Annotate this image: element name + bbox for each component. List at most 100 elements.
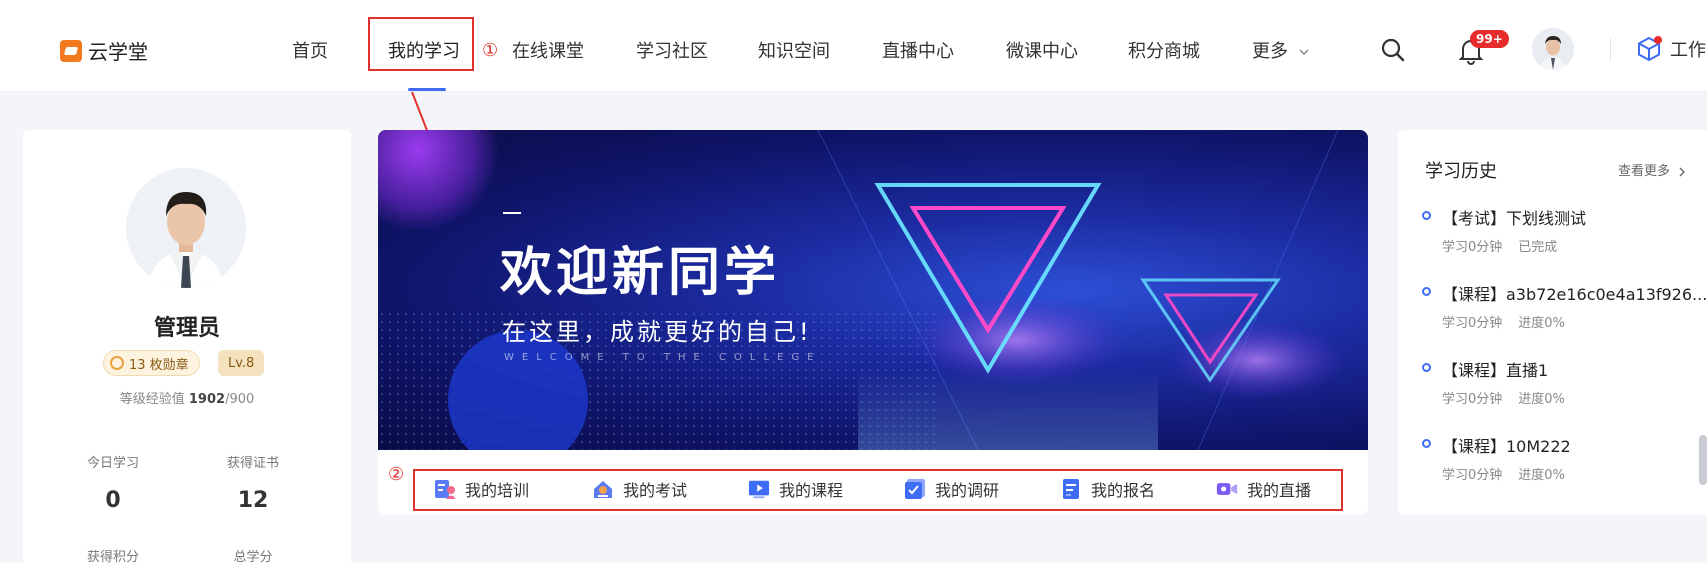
banner-dash [503,212,521,214]
timeline-dot [1422,211,1431,220]
shortcut-label: 我的考试 [623,481,688,500]
banner-card: 欢迎新同学 在这里，成就更好的自己! WELCOME TO THE COLLEG… [378,130,1368,515]
logo[interactable]: 云学堂 [60,36,148,65]
exp-label: 等级经验值 [119,392,185,407]
history-item-name: 【课程】a3b72e16c0e4a13f926... [1442,285,1707,304]
nav-item-home[interactable]: 首页 [292,37,328,63]
top-header: 云学堂 首页 我的学习 在线课堂 学习社区 知识空间 直播中心 微课中心 积分商… [0,0,1707,92]
stat-value-certificates[interactable]: 12 [193,488,313,513]
nav-item-micro-course[interactable]: 微课中心 [1006,37,1078,63]
annotation-box-shortcuts [413,469,1343,511]
shortcut-label: 我的直播 [1247,481,1312,500]
history-item-time: 学习0分钟 [1442,468,1503,483]
timeline-dot [1422,287,1431,296]
learning-history-card: 学习历史 查看更多 【考试】下划线测试 学习0分钟 已完成 【课程】a3b72e1… [1398,130,1707,515]
stat-label-today: 今日学习 [86,456,139,471]
header-divider [1610,38,1611,62]
logo-text: 云学堂 [88,40,148,64]
profile-avatar[interactable] [126,168,246,288]
stat-label-credits: 总学分 [233,550,273,563]
stat-label-points: 获得积分 [86,550,139,563]
shortcut-label: 我的课程 [779,481,844,500]
banner-subtitle: 在这里，成就更好的自己! [502,318,812,346]
history-item-meta: 学习0分钟 已完成 [1442,236,1557,255]
notification-badge: 99+ [1470,30,1509,48]
shortcut-label: 我的调研 [935,481,1000,500]
logo-icon [60,39,82,62]
cube-icon [1638,36,1662,62]
history-title: 学习历史 [1425,161,1497,182]
nav-item-community[interactable]: 学习社区 [636,37,708,63]
history-item[interactable]: 【课程】10M222 学习0分钟 进度0% [1422,433,1702,483]
course-icon [748,480,770,499]
profile-card: 管理员 13 枚勋章 Lv.8 等级经验值 1902/900 今日学习 0 获得… [23,130,351,563]
profile-name: 管理员 [153,316,220,341]
avatar-photo-icon [1532,28,1574,70]
history-item-meta: 学习0分钟 进度0% [1442,312,1565,331]
nav-item-online-class[interactable]: 在线课堂 [512,37,584,63]
history-item-name: 【考试】下划线测试 [1442,209,1587,228]
nav-item-more[interactable]: 更多 [1252,37,1310,63]
history-item-name: 【课程】直播1 [1442,361,1549,380]
history-item-meta: 学习0分钟 进度0% [1442,464,1565,483]
level-badge: Lv.8 [218,350,265,376]
welcome-banner[interactable]: 欢迎新同学 在这里，成就更好的自己! WELCOME TO THE COLLEG… [378,130,1368,450]
history-item[interactable]: 【课程】直播1 学习0分钟 进度0% [1422,357,1702,407]
chevron-down-icon [1299,49,1309,55]
history-item-time: 学习0分钟 [1442,392,1503,407]
banner-title: 欢迎新同学 [500,243,781,303]
exam-icon [594,481,612,498]
chevron-right-icon [1679,167,1686,176]
history-item-time: 学习0分钟 [1442,316,1503,331]
shortcut-my-surveys[interactable]: 我的调研 [904,477,999,501]
stat-label-certificates: 获得证书 [226,456,279,471]
shortcut-bar: ② 我的培训 我的考试 我的课程 我的调研 我的报名 我的直播 [378,450,1368,515]
shortcut-label: 我的报名 [1091,481,1156,500]
history-item-status: 进度0% [1518,316,1565,331]
timeline-dot [1422,439,1431,448]
user-avatar[interactable] [1532,28,1574,70]
annotation-marker-2: ② [388,464,405,485]
annotation-marker-1: ① [482,40,499,61]
history-more-link[interactable]: 查看更多 [1618,160,1687,179]
workbench-label: 工作 [1670,40,1706,61]
history-item-status: 进度0% [1518,468,1565,483]
signup-icon [1063,479,1079,499]
history-item-name: 【课程】10M222 [1442,437,1571,456]
active-nav-underline [408,88,446,91]
shortcut-my-exams[interactable]: 我的考试 [592,477,687,501]
stat-value-today: 0 [105,488,121,513]
nav-item-knowledge[interactable]: 知识空间 [758,37,830,63]
shortcut-my-courses[interactable]: 我的课程 [748,477,843,501]
medal-badge[interactable]: 13 枚勋章 [103,350,200,376]
history-item-time: 学习0分钟 [1442,240,1503,255]
history-item[interactable]: 【课程】a3b72e16c0e4a13f926... 学习0分钟 进度0% [1422,281,1707,331]
history-more-label: 查看更多 [1618,164,1671,179]
profile-photo-icon [126,168,246,288]
shortcut-my-live[interactable]: 我的直播 [1216,477,1311,501]
exp-total: /900 [225,392,255,407]
medal-text: 13 枚勋章 [129,357,189,373]
history-item[interactable]: 【考试】下划线测试 学习0分钟 已完成 [1422,205,1702,255]
shortcut-my-training[interactable]: 我的培训 [434,477,529,501]
search-icon[interactable] [1380,37,1406,63]
timeline-dot [1422,363,1431,372]
experience-text: 等级经验值 1902/900 [23,388,351,407]
nav-item-points-mall[interactable]: 积分商城 [1128,37,1200,63]
workbench-link[interactable]: 工作 [1636,36,1706,62]
nav-item-live-center[interactable]: 直播中心 [882,37,954,63]
shortcut-label: 我的培训 [465,481,530,500]
exp-current: 1902 [188,392,226,407]
training-icon [435,480,456,499]
page-scrollbar[interactable] [1699,435,1707,485]
history-item-status: 进度0% [1518,392,1565,407]
nav-more-label: 更多 [1252,41,1288,62]
annotation-box-nav [368,17,474,71]
live-icon [1216,483,1238,495]
banner-english-text: WELCOME TO THE COLLEGE [504,352,822,363]
survey-icon [905,479,925,499]
shortcut-my-signups[interactable]: 我的报名 [1060,477,1155,501]
history-item-meta: 学习0分钟 进度0% [1442,388,1565,407]
medal-icon [110,356,124,370]
history-item-status: 已完成 [1518,240,1558,255]
